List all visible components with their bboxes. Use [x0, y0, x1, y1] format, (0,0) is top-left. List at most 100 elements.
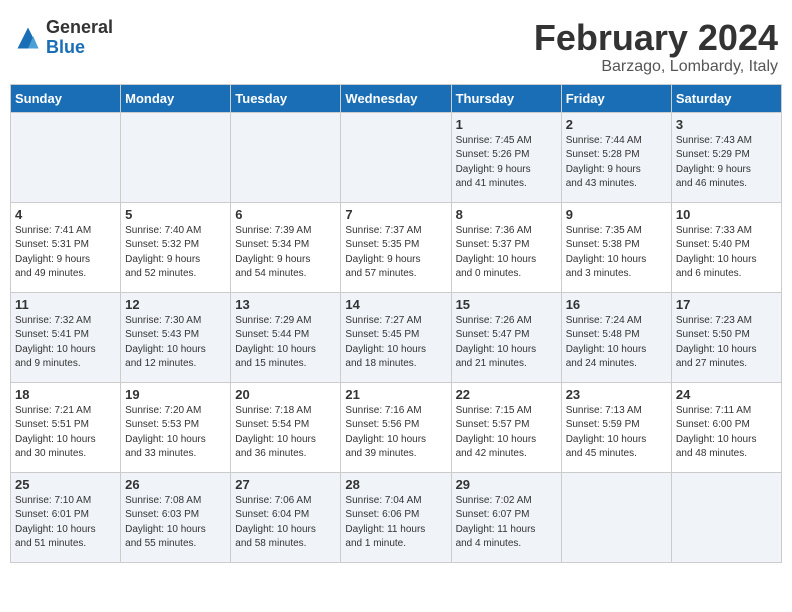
day-info: Sunrise: 7:08 AM Sunset: 6:03 PM Dayligh… [125, 494, 226, 552]
calendar-week-row: 1 Sunrise: 7:45 AM Sunset: 5:26 PM Daylig… [11, 112, 782, 202]
day-number: 3 [676, 117, 777, 132]
day-number: 11 [15, 297, 116, 312]
calendar-cell [671, 472, 781, 562]
weekday-header-friday: Friday [561, 84, 671, 112]
calendar-cell: 3 Sunrise: 7:43 AM Sunset: 5:29 PM Daylig… [671, 112, 781, 202]
day-number: 5 [125, 207, 226, 222]
calendar-cell: 9 Sunrise: 7:35 AM Sunset: 5:38 PM Daylig… [561, 202, 671, 292]
day-info: Sunrise: 7:29 AM Sunset: 5:44 PM Dayligh… [235, 314, 336, 372]
day-info: Sunrise: 7:32 AM Sunset: 5:41 PM Dayligh… [15, 314, 116, 372]
day-number: 9 [566, 207, 667, 222]
calendar-cell: 24 Sunrise: 7:11 AM Sunset: 6:00 PM Dayli… [671, 382, 781, 472]
weekday-header-monday: Monday [121, 84, 231, 112]
calendar-cell [231, 112, 341, 202]
day-info: Sunrise: 7:16 AM Sunset: 5:56 PM Dayligh… [345, 404, 446, 462]
day-number: 18 [15, 387, 116, 402]
day-number: 24 [676, 387, 777, 402]
weekday-header-wednesday: Wednesday [341, 84, 451, 112]
calendar-table: SundayMondayTuesdayWednesdayThursdayFrid… [10, 84, 782, 563]
calendar-cell: 10Sunrise: 7:33 AM Sunset: 5:40 PM Dayli… [671, 202, 781, 292]
day-info: Sunrise: 7:44 AM Sunset: 5:28 PM Dayligh… [566, 134, 667, 192]
day-number: 14 [345, 297, 446, 312]
calendar-cell: 7 Sunrise: 7:37 AM Sunset: 5:35 PM Daylig… [341, 202, 451, 292]
day-info: Sunrise: 7:02 AM Sunset: 6:07 PM Dayligh… [456, 494, 557, 552]
day-info: Sunrise: 7:39 AM Sunset: 5:34 PM Dayligh… [235, 224, 336, 282]
calendar-cell: 1 Sunrise: 7:45 AM Sunset: 5:26 PM Daylig… [451, 112, 561, 202]
weekday-header-row: SundayMondayTuesdayWednesdayThursdayFrid… [11, 84, 782, 112]
calendar-cell: 20 Sunrise: 7:18 AM Sunset: 5:54 PM Dayli… [231, 382, 341, 472]
calendar-week-row: 25 Sunrise: 7:10 AM Sunset: 6:01 PM Dayli… [11, 472, 782, 562]
month-year-title: February 2024 [534, 18, 778, 58]
calendar-cell: 14 Sunrise: 7:27 AM Sunset: 5:45 PM Dayli… [341, 292, 451, 382]
day-number: 25 [15, 477, 116, 492]
day-number: 1 [456, 117, 557, 132]
day-info: Sunrise: 7:35 AM Sunset: 5:38 PM Dayligh… [566, 224, 667, 282]
day-number: 16 [566, 297, 667, 312]
day-info: Sunrise: 7:18 AM Sunset: 5:54 PM Dayligh… [235, 404, 336, 462]
calendar-cell: 19 Sunrise: 7:20 AM Sunset: 5:53 PM Dayli… [121, 382, 231, 472]
day-info: Sunrise: 7:10 AM Sunset: 6:01 PM Dayligh… [15, 494, 116, 552]
day-number: 20 [235, 387, 336, 402]
day-info: Sunrise: 7:33 AM Sunset: 5:40 PM Dayligh… [676, 224, 777, 282]
day-info: Sunrise: 7:13 AM Sunset: 5:59 PM Dayligh… [566, 404, 667, 462]
calendar-week-row: 11 Sunrise: 7:32 AM Sunset: 5:41 PM Dayli… [11, 292, 782, 382]
calendar-cell [121, 112, 231, 202]
day-number: 27 [235, 477, 336, 492]
calendar-cell [561, 472, 671, 562]
day-info: Sunrise: 7:26 AM Sunset: 5:47 PM Dayligh… [456, 314, 557, 372]
weekday-header-sunday: Sunday [11, 84, 121, 112]
calendar-cell: 5 Sunrise: 7:40 AM Sunset: 5:32 PM Daylig… [121, 202, 231, 292]
calendar-cell: 18Sunrise: 7:21 AM Sunset: 5:51 PM Dayli… [11, 382, 121, 472]
day-number: 26 [125, 477, 226, 492]
day-info: Sunrise: 7:23 AM Sunset: 5:50 PM Dayligh… [676, 314, 777, 372]
day-info: Sunrise: 7:11 AM Sunset: 6:00 PM Dayligh… [676, 404, 777, 462]
day-info: Sunrise: 7:06 AM Sunset: 6:04 PM Dayligh… [235, 494, 336, 552]
day-number: 2 [566, 117, 667, 132]
calendar-cell: 13 Sunrise: 7:29 AM Sunset: 5:44 PM Dayli… [231, 292, 341, 382]
day-info: Sunrise: 7:20 AM Sunset: 5:53 PM Dayligh… [125, 404, 226, 462]
calendar-cell: 6Sunrise: 7:39 AM Sunset: 5:34 PM Daylig… [231, 202, 341, 292]
calendar-cell: 29Sunrise: 7:02 AM Sunset: 6:07 PM Dayli… [451, 472, 561, 562]
calendar-cell: 21 Sunrise: 7:16 AM Sunset: 5:56 PM Dayli… [341, 382, 451, 472]
calendar-cell: 22Sunrise: 7:15 AM Sunset: 5:57 PM Dayli… [451, 382, 561, 472]
day-number: 19 [125, 387, 226, 402]
calendar-cell [341, 112, 451, 202]
calendar-cell [11, 112, 121, 202]
calendar-cell: 16 Sunrise: 7:24 AM Sunset: 5:48 PM Dayli… [561, 292, 671, 382]
calendar-cell: 25 Sunrise: 7:10 AM Sunset: 6:01 PM Dayli… [11, 472, 121, 562]
day-number: 15 [456, 297, 557, 312]
location-subtitle: Barzago, Lombardy, Italy [534, 58, 778, 76]
day-info: Sunrise: 7:36 AM Sunset: 5:37 PM Dayligh… [456, 224, 557, 282]
day-number: 4 [15, 207, 116, 222]
day-number: 22 [456, 387, 557, 402]
day-number: 23 [566, 387, 667, 402]
day-number: 17 [676, 297, 777, 312]
day-number: 8 [456, 207, 557, 222]
day-number: 13 [235, 297, 336, 312]
calendar-cell: 28Sunrise: 7:04 AM Sunset: 6:06 PM Dayli… [341, 472, 451, 562]
day-number: 12 [125, 297, 226, 312]
calendar-cell: 12Sunrise: 7:30 AM Sunset: 5:43 PM Dayli… [121, 292, 231, 382]
calendar-cell: 17 Sunrise: 7:23 AM Sunset: 5:50 PM Dayli… [671, 292, 781, 382]
day-info: Sunrise: 7:41 AM Sunset: 5:31 PM Dayligh… [15, 224, 116, 282]
day-info: Sunrise: 7:37 AM Sunset: 5:35 PM Dayligh… [345, 224, 446, 282]
day-info: Sunrise: 7:43 AM Sunset: 5:29 PM Dayligh… [676, 134, 777, 192]
calendar-cell: 27 Sunrise: 7:06 AM Sunset: 6:04 PM Dayli… [231, 472, 341, 562]
weekday-header-thursday: Thursday [451, 84, 561, 112]
weekday-header-tuesday: Tuesday [231, 84, 341, 112]
day-info: Sunrise: 7:45 AM Sunset: 5:26 PM Dayligh… [456, 134, 557, 192]
logo-icon [14, 24, 42, 52]
calendar-cell: 23 Sunrise: 7:13 AM Sunset: 5:59 PM Dayli… [561, 382, 671, 472]
day-info: Sunrise: 7:27 AM Sunset: 5:45 PM Dayligh… [345, 314, 446, 372]
calendar-cell: 26 Sunrise: 7:08 AM Sunset: 6:03 PM Dayli… [121, 472, 231, 562]
calendar-cell: 4 Sunrise: 7:41 AM Sunset: 5:31 PM Daylig… [11, 202, 121, 292]
calendar-week-row: 4 Sunrise: 7:41 AM Sunset: 5:31 PM Daylig… [11, 202, 782, 292]
day-info: Sunrise: 7:04 AM Sunset: 6:06 PM Dayligh… [345, 494, 446, 552]
logo-text: General Blue [46, 18, 113, 58]
day-number: 7 [345, 207, 446, 222]
day-info: Sunrise: 7:40 AM Sunset: 5:32 PM Dayligh… [125, 224, 226, 282]
calendar-cell: 15 Sunrise: 7:26 AM Sunset: 5:47 PM Dayli… [451, 292, 561, 382]
day-info: Sunrise: 7:24 AM Sunset: 5:48 PM Dayligh… [566, 314, 667, 372]
calendar-cell: 2 Sunrise: 7:44 AM Sunset: 5:28 PM Daylig… [561, 112, 671, 202]
day-number: 21 [345, 387, 446, 402]
